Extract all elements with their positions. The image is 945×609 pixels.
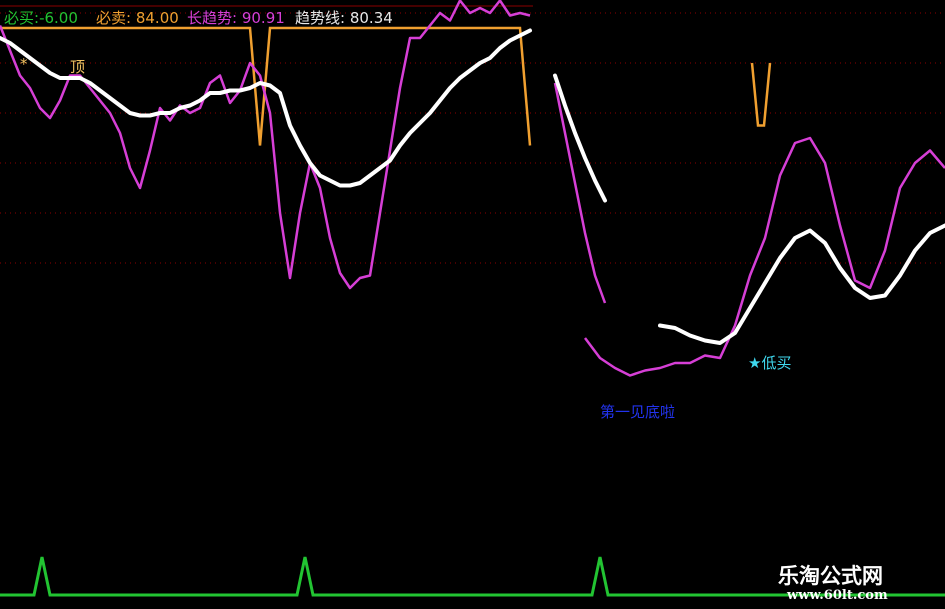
legend-sell-label: 必卖: — [96, 9, 132, 27]
watermark-name: 乐淘公式网 — [778, 563, 883, 588]
legend-sell-value: 84.00 — [135, 9, 179, 27]
long-trend-line-seg1 — [553, 82, 607, 304]
legend-buy-label: 必买: — [4, 9, 40, 27]
legend-long-value: 90.91 — [241, 9, 285, 27]
sell-line-seg3 — [750, 62, 772, 127]
long-trend-line-seg2 — [584, 136, 945, 377]
top-star-mark: * — [20, 55, 28, 73]
legend-long-label: 长趋势: — [187, 9, 238, 27]
legend-trend-line: 趋势线: 80.34 — [295, 9, 393, 27]
trend-line-seg0 — [0, 28, 532, 188]
long-trend-line-seg0 — [0, 0, 531, 290]
legend-trend-value: 80.34 — [349, 9, 393, 27]
bottom-label: 第一见底啦 — [600, 403, 676, 421]
legend-buy-value: -6.00 — [39, 9, 78, 27]
low-buy-label: ★低买 — [748, 354, 792, 372]
watermark-url: www.60lt.com — [787, 588, 888, 603]
legend-long-trend: 长趋势: 90.91 — [187, 9, 285, 27]
chart-window: 必买:-6.00 必卖: 84.00 长趋势: 90.91 趋势线: 80.34… — [0, 0, 945, 609]
legend-sell: 必卖: 84.00 — [96, 9, 179, 27]
trend-line-seg1 — [553, 73, 607, 203]
legend-trend-label: 趋势线: — [295, 9, 346, 27]
top-label: 顶 — [70, 58, 86, 76]
legend-buy: 必买:-6.00 — [4, 9, 78, 27]
trend-line-seg2 — [658, 223, 945, 345]
indicator-chart — [0, 0, 945, 597]
